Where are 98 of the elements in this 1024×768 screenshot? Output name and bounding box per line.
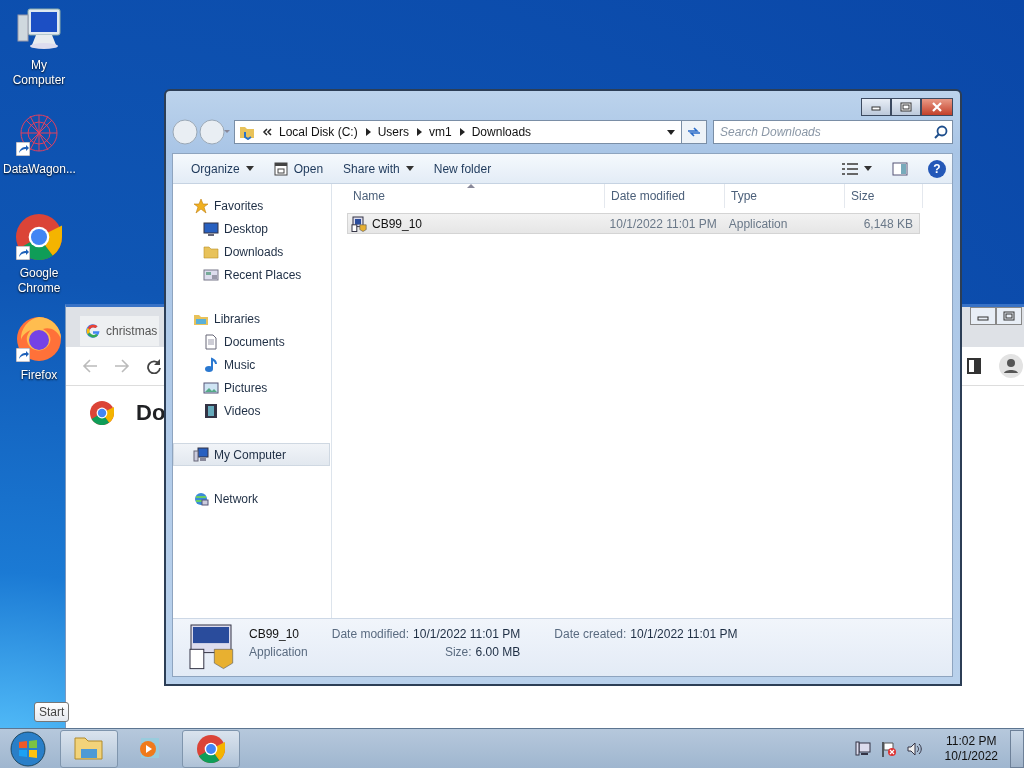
shortcut-arrow-icon: [16, 246, 30, 260]
chrome-icon: [90, 401, 114, 425]
window-icon: [273, 161, 288, 176]
computer-icon: [16, 7, 62, 51]
breadcrumb[interactable]: vm1: [429, 125, 452, 139]
nav-item[interactable]: Documents: [173, 330, 331, 353]
dropdown-arrow-icon: [864, 166, 872, 171]
date-modified: 10/1/2022 11:01 PM: [608, 215, 718, 233]
nav-item[interactable]: Network: [173, 487, 331, 510]
folder-icon: [239, 124, 255, 140]
nav-item[interactable]: Desktop: [173, 217, 331, 240]
computer-icon: [193, 446, 209, 463]
breadcrumb[interactable]: Local Disk (C:): [279, 125, 358, 139]
picture-icon: [203, 379, 219, 396]
star-icon: [193, 197, 209, 214]
help-button[interactable]: ?: [928, 159, 946, 178]
breadcrumb-arrow-icon: [364, 128, 371, 136]
nav-item[interactable]: Downloads: [173, 240, 331, 263]
close-button[interactable]: [921, 98, 953, 116]
file-row[interactable]: CB99_10 10/1/2022 11:01 PM Application 6,148 KB: [347, 213, 920, 234]
breadcrumb[interactable]: Downloads: [471, 125, 532, 139]
monitor-icon: [203, 220, 219, 237]
desktop-icon-label[interactable]: My Computer: [3, 58, 75, 88]
shortcut-arrow-icon: [16, 348, 30, 362]
breadcrumb-arrow-icon: [416, 128, 423, 136]
nav-item[interactable]: My Computer: [173, 443, 330, 466]
tooltip: Start: [34, 702, 70, 722]
overflow-chevron-icon: [262, 127, 272, 137]
address-bar[interactable]: Local Disk (C:) Users vm1 Downloads: [234, 120, 682, 144]
close-icon: [931, 102, 943, 112]
column-header[interactable]: Type: [725, 184, 845, 208]
details-view-icon: [842, 162, 858, 175]
refresh-button[interactable]: [681, 120, 707, 144]
nav-item[interactable]: Recent Places: [173, 263, 331, 286]
maximize-icon: [900, 102, 912, 112]
reload-icon[interactable]: [146, 358, 162, 374]
profile-icon[interactable]: [999, 354, 1023, 378]
desktop-icon-label[interactable]: Firefox: [20, 368, 58, 383]
nav-item[interactable]: Videos: [173, 399, 331, 422]
clock[interactable]: 11:02 PM 10/1/2022: [940, 733, 1002, 764]
taskbar-button[interactable]: [182, 729, 240, 768]
breadcrumb[interactable]: Users: [377, 125, 410, 139]
shortcut-arrow-icon: [16, 142, 30, 156]
detail-label: Date created:: [554, 627, 627, 641]
toolbar-button[interactable]: New folder: [425, 158, 500, 179]
file-name: CB99_10: [249, 627, 301, 641]
desktop-icon-label[interactable]: Google Chrome: [3, 266, 75, 296]
film-icon: [203, 402, 219, 419]
refresh-icon: [686, 125, 702, 139]
firefox-icon: [16, 316, 62, 362]
file-name: CB99_10: [372, 216, 423, 231]
nav-item[interactable]: Favorites: [173, 194, 331, 217]
folder-icon: [203, 243, 219, 260]
page-heading: Do: [136, 400, 166, 426]
dropdown-arrow-icon[interactable]: [667, 129, 675, 135]
maximize-button[interactable]: [891, 98, 921, 116]
toolbar-button[interactable]: Organize: [183, 158, 262, 179]
sort-arrow-icon: [467, 184, 475, 188]
detail-value: 10/1/2022 11:01 PM: [630, 627, 738, 641]
toolbar-button[interactable]: Open: [265, 158, 332, 179]
taskbar-button[interactable]: [60, 729, 118, 768]
toolbar-button[interactable]: Share with: [335, 158, 422, 179]
search-field[interactable]: Search Downloads: [713, 120, 953, 144]
detail-value: 10/1/2022 11:01 PM: [413, 627, 521, 641]
detail-label: Date modified:: [331, 627, 410, 641]
search-icon: [934, 125, 948, 139]
column-header[interactable]: Name: [347, 184, 605, 208]
show-desktop-button[interactable]: [1010, 729, 1024, 768]
desktop-icon-label[interactable]: DataWagon...: [3, 162, 75, 177]
music-note-icon: [203, 356, 219, 373]
recent-places-icon: [203, 266, 219, 283]
network-icon: [193, 490, 209, 507]
dropdown-arrow-icon: [245, 166, 254, 171]
installer-icon: [351, 215, 367, 232]
column-header[interactable]: Size: [845, 184, 923, 208]
side-panel-icon[interactable]: [967, 358, 981, 374]
detail-value: 6.00 MB: [475, 645, 521, 659]
file-type: Application: [727, 215, 789, 233]
column-header[interactable]: Date modified: [605, 184, 725, 208]
start-orb-icon: [10, 730, 46, 767]
browser-tab[interactable]: christmas: [80, 316, 160, 346]
nav-item[interactable]: Libraries: [173, 307, 331, 330]
preview-pane-icon: [892, 161, 908, 176]
document-icon: [203, 333, 219, 350]
flag-warning-icon[interactable]: [880, 740, 897, 757]
maximize-icon: [1003, 311, 1015, 321]
dropdown-arrow-icon: [405, 166, 414, 171]
minimize-icon: [870, 103, 882, 111]
google-g-icon: [86, 324, 100, 338]
detail-label: Size:: [444, 645, 472, 659]
nav-item[interactable]: Pictures: [173, 376, 331, 399]
minimize-button[interactable]: [861, 98, 891, 116]
speaker-icon[interactable]: [906, 740, 923, 757]
file-type: Application: [249, 645, 308, 659]
breadcrumb-arrow-icon: [458, 128, 465, 136]
nav-item[interactable]: Music: [173, 353, 331, 376]
file-size: 6,148 KB: [862, 215, 914, 233]
network-icon[interactable]: [854, 740, 871, 757]
